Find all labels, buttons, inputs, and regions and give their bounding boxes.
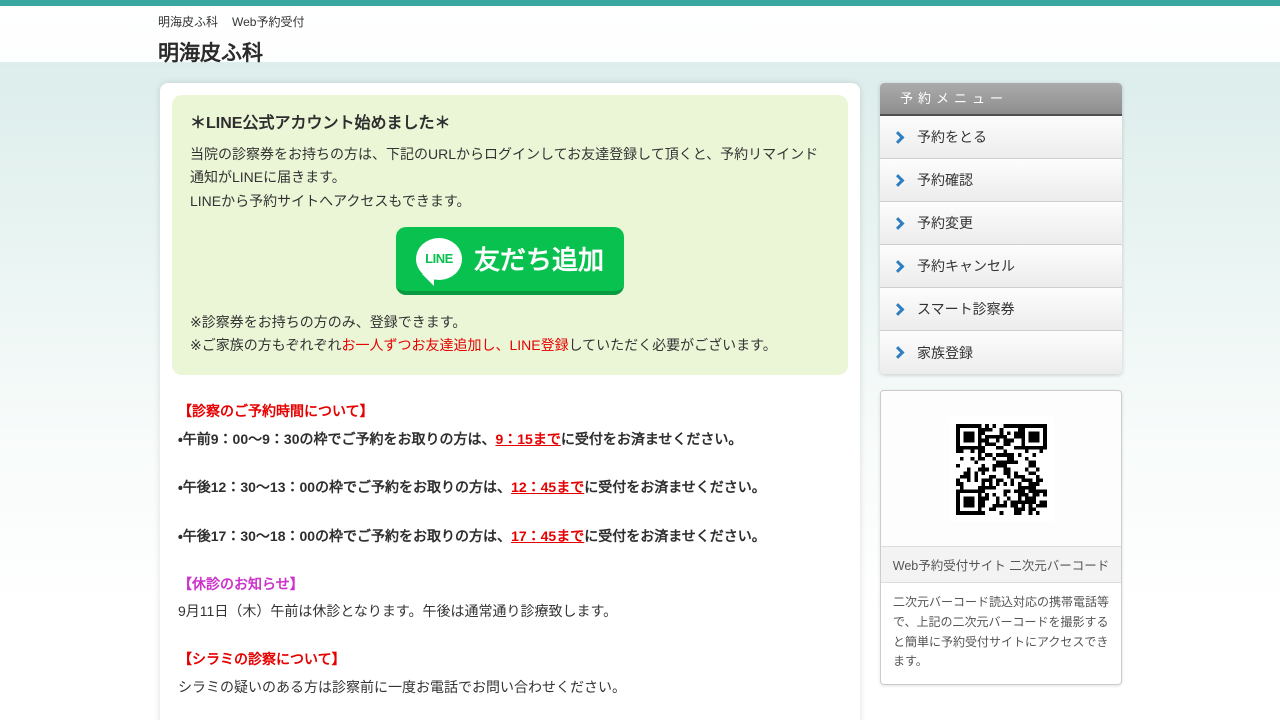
menu-item-confirm-reservation[interactable]: 予約確認 [880, 159, 1122, 202]
lice-notice-heading: 【シラミの診察について】 [178, 649, 848, 671]
reservation-time-line: ・午前9：00〜9：30の枠でご予約をお取りの方は、9：15までに受付をお済ませ… [178, 429, 848, 451]
content-area: ＊LINE公式アカウント始めました＊ 当院の診察券をお持ちの方は、下記のURLか… [0, 62, 1280, 720]
chevron-right-icon [892, 174, 905, 187]
reservation-menu-title: 予約メニュー [880, 83, 1122, 116]
line-add-friend-label: 友だち追加 [474, 240, 604, 277]
breadcrumb: 明海皮ふ科 Web予約受付 [158, 6, 1280, 30]
sidebar: 予約メニュー 予約をとる 予約確認 予約変更 予約キャンセル スマート診察券 [880, 83, 1122, 685]
deadline-time: 17：45まで [511, 528, 584, 544]
chevron-right-icon [892, 346, 905, 359]
breadcrumb-home-link[interactable]: 明海皮ふ科 [158, 15, 218, 29]
chevron-right-icon [892, 303, 905, 316]
deadline-time: 12：45まで [511, 479, 584, 495]
line-notice-note-2: ※ご家族の方もぞれぞれお一人ずつお友達追加し、LINE登録していただく必要がござ… [190, 334, 830, 357]
deadline-time: 9：15まで [495, 431, 560, 447]
menu-item-family-registration[interactable]: 家族登録 [880, 331, 1122, 374]
reservation-time-line: ・午後17：30〜18：00の枠でご予約をお取りの方は、17：45までに受付をお… [178, 526, 848, 548]
site-header: 明海皮ふ科 Web予約受付 明海皮ふ科 [0, 6, 1280, 62]
chevron-right-icon [892, 131, 905, 144]
breadcrumb-current: Web予約受付 [232, 15, 304, 29]
reservation-time-section: 【診察のご予約時間について】 ・午前9：00〜9：30の枠でご予約をお取りの方は… [172, 401, 848, 548]
closure-notice-body: 9月11日（木）午前は休診となります。午後は通常通り診療致します。 [178, 601, 848, 623]
line-notice-note-1: ※診察券をお持ちの方のみ、登録できます。 [190, 311, 830, 334]
line-notice-paragraph-2: LINEから予約サイトへアクセスもできます。 [190, 190, 830, 213]
chevron-right-icon [892, 217, 905, 230]
qr-code-image [949, 417, 1054, 522]
line-note-red-emphasis: お一人ずつお友達追加し、LINE登録 [341, 337, 568, 353]
line-notice-paragraph-1: 当院の診察券をお持ちの方は、下記のURLからログインしてお友達登録して頂くと、予… [190, 143, 830, 189]
lice-notice-section: 【シラミの診察について】 シラミの疑いのある方は診察前に一度お電話でお問い合わせ… [172, 649, 848, 698]
lice-notice-body: シラミの疑いのある方は診察前に一度お電話でお問い合わせください。 [178, 677, 848, 699]
line-account-notice-box: ＊LINE公式アカウント始めました＊ 当院の診察券をお持ちの方は、下記のURLか… [172, 95, 848, 375]
menu-item-take-reservation[interactable]: 予約をとる [880, 116, 1122, 159]
reservation-time-line: ・午後12：30〜13：00の枠でご予約をお取りの方は、12：45までに受付をお… [178, 477, 848, 499]
reservation-menu: 予約メニュー 予約をとる 予約確認 予約変更 予約キャンセル スマート診察券 [880, 83, 1122, 374]
closure-notice-heading: 【休診のお知らせ】 [178, 574, 848, 596]
menu-item-cancel-reservation[interactable]: 予約キャンセル [880, 245, 1122, 288]
reservation-time-heading: 【診察のご予約時間について】 [178, 401, 848, 423]
main-card: ＊LINE公式アカウント始めました＊ 当院の診察券をお持ちの方は、下記のURLか… [160, 83, 860, 720]
closure-notice-section: 【休診のお知らせ】 9月11日（木）午前は休診となります。午後は通常通り診療致し… [172, 574, 848, 623]
qr-code-area [881, 391, 1121, 546]
line-logo-icon: LINE [416, 238, 462, 280]
menu-item-change-reservation[interactable]: 予約変更 [880, 202, 1122, 245]
qr-description: 二次元バーコード読込対応の携帯電話等で、上記の二次元バーコードを撮影すると簡単に… [881, 583, 1121, 684]
line-notice-title: ＊LINE公式アカウント始めました＊ [190, 111, 830, 137]
qr-code-panel: Web予約受付サイト 二次元バーコード 二次元バーコード読込対応の携帯電話等で、… [880, 390, 1122, 685]
chevron-right-icon [892, 260, 905, 273]
line-add-friend-button[interactable]: LINE 友だち追加 [396, 227, 624, 295]
menu-item-smart-card[interactable]: スマート診察券 [880, 288, 1122, 331]
qr-caption: Web予約受付サイト 二次元バーコード [881, 546, 1121, 583]
